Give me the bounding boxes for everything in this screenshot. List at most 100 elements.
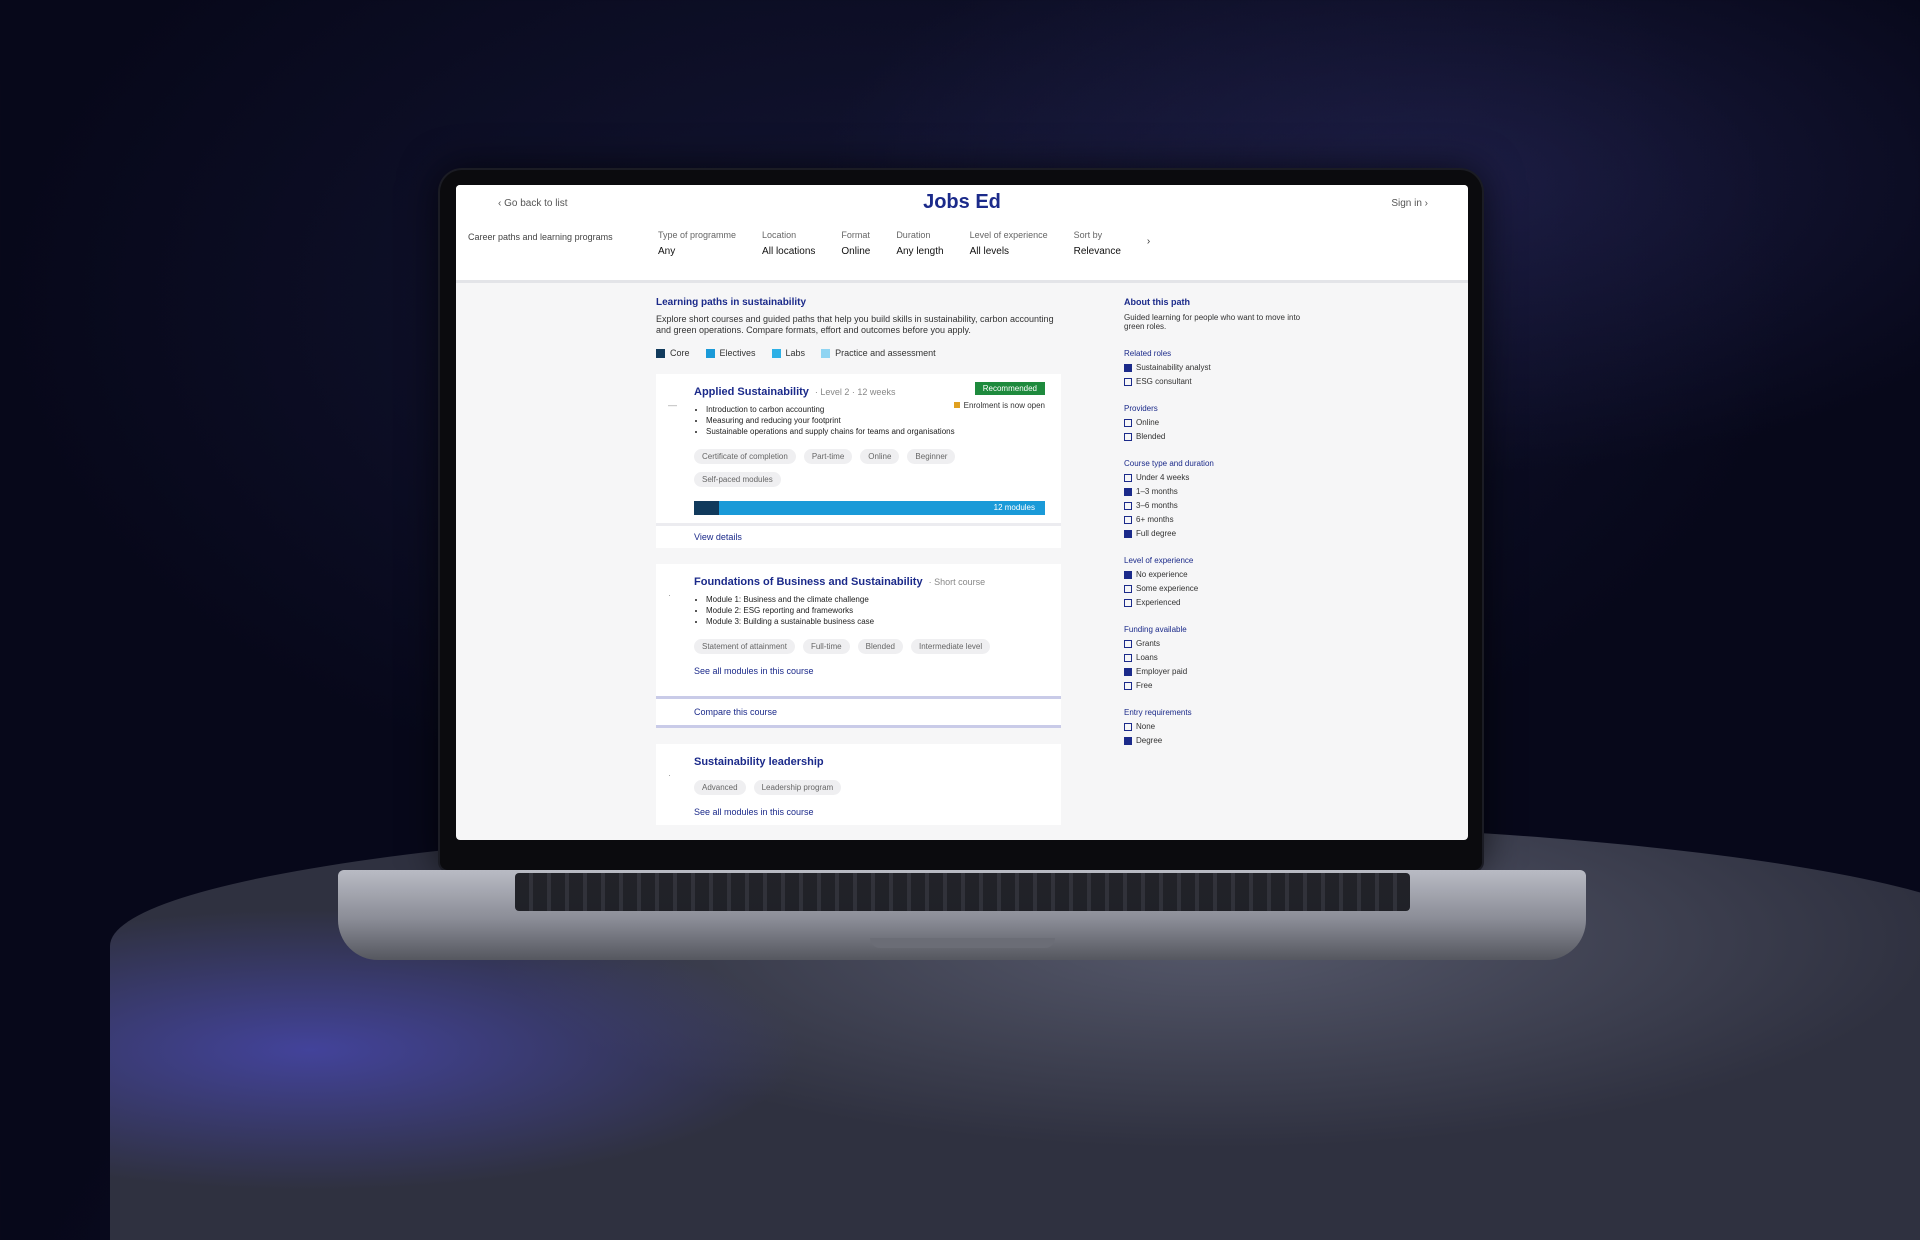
checkbox-icon[interactable] — [1124, 667, 1132, 676]
sidebar-checkbox-item[interactable]: Full degree — [1124, 529, 1304, 538]
checkbox-label: 1–3 months — [1136, 487, 1178, 496]
filter-duration[interactable]: Duration Any length — [896, 230, 943, 257]
site-logo[interactable]: Jobs Ed — [456, 191, 1468, 214]
compare-button[interactable]: Compare this course — [656, 696, 1061, 728]
filter-location[interactable]: Location All locations — [762, 230, 815, 257]
result-card[interactable]: · Sustainability leadership Advanced Lea… — [656, 744, 1061, 825]
checkbox-label: Online — [1136, 418, 1160, 427]
tag: Leadership program — [753, 780, 842, 795]
checkbox-icon[interactable] — [1124, 515, 1132, 524]
progress-label: 12 modules — [993, 503, 1035, 512]
list-item: Module 2: ESG reporting and frameworks — [706, 605, 1045, 616]
checkbox-icon[interactable] — [1124, 736, 1132, 745]
filter-label: Format — [841, 230, 870, 240]
recommended-badge: Recommended — [974, 382, 1045, 395]
filter-label: Sort by — [1073, 230, 1103, 240]
card-title[interactable]: Foundations of Business and Sustainabili… — [694, 576, 1045, 588]
filter-label: Level of experience — [969, 230, 1048, 240]
sidebar-group-heading: Funding available — [1124, 625, 1187, 634]
filter-value: Any length — [896, 246, 944, 257]
sidebar-checkbox-item[interactable]: Experienced — [1124, 598, 1304, 607]
view-details-link[interactable]: View details — [656, 523, 1061, 548]
sidebar-checkbox-item[interactable]: None — [1124, 722, 1304, 731]
checkbox-label: Full degree — [1136, 529, 1177, 538]
list-item: Measuring and reducing your footprint — [706, 415, 1045, 426]
results-column: Learning paths in sustainability Explore… — [656, 297, 1061, 825]
sidebar-checkbox-item[interactable]: Degree — [1124, 736, 1304, 745]
sidebar-checkbox-item[interactable]: Free — [1124, 681, 1304, 690]
checkbox-icon[interactable] — [1124, 473, 1132, 482]
sidebar-checkbox-item[interactable]: Online — [1124, 418, 1304, 427]
sidebar: About this path Guided learning for peop… — [1124, 297, 1304, 745]
filter-value: All locations — [762, 246, 816, 257]
tag: Intermediate level — [910, 639, 991, 654]
checkbox-icon[interactable] — [1124, 432, 1132, 441]
list-item: Module 1: Business and the climate chall… — [706, 594, 1045, 605]
sidebar-checkbox-item[interactable]: Loans — [1124, 653, 1304, 662]
checkbox-icon[interactable] — [1124, 584, 1132, 593]
checkbox-icon[interactable] — [1124, 681, 1132, 690]
sidebar-filter-group: Entry requirements None Degree — [1124, 708, 1304, 745]
checkbox-icon[interactable] — [1124, 722, 1132, 731]
provider-icon: · — [668, 590, 671, 600]
checkbox-label: ESG consultant — [1136, 377, 1192, 386]
checkbox-label: Under 4 weeks — [1136, 473, 1190, 482]
checkbox-icon[interactable] — [1124, 487, 1132, 496]
card-title[interactable]: Sustainability leadership — [694, 756, 1045, 768]
checkbox-label: Loans — [1136, 653, 1158, 662]
checkbox-icon[interactable] — [1124, 529, 1132, 538]
sidebar-checkbox-item[interactable]: Employer paid — [1124, 667, 1304, 676]
sidebar-filter-group: Level of experience No experience Some exp… — [1124, 556, 1304, 607]
tag: Online — [860, 449, 900, 464]
filter-label: Type of programme — [658, 230, 737, 240]
sidebar-checkbox-item[interactable]: ESG consultant — [1124, 377, 1304, 386]
filter-sort[interactable]: Sort by Relevance — [1074, 230, 1121, 257]
sidebar-checkbox-item[interactable]: Blended — [1124, 432, 1304, 441]
checkbox-icon[interactable] — [1124, 639, 1132, 648]
checkbox-label: Experienced — [1136, 598, 1181, 607]
more-filters-chevron-icon[interactable]: › — [1147, 236, 1150, 257]
sidebar-checkbox-item[interactable]: 1–3 months — [1124, 487, 1304, 496]
sidebar-group-heading: Entry requirements — [1124, 708, 1192, 717]
checkbox-icon[interactable] — [1124, 501, 1132, 510]
sidebar-group-heading: Providers — [1124, 404, 1158, 413]
card-subtitle: · Level 2 · 12 weeks — [814, 387, 896, 397]
sidebar-checkbox-item[interactable]: No experience — [1124, 570, 1304, 579]
sidebar-checkbox-item[interactable]: 3–6 months — [1124, 501, 1304, 510]
search-summary: Career paths and learning programs — [468, 232, 613, 242]
sign-in-link[interactable]: Sign in › — [1391, 198, 1428, 209]
filter-experience[interactable]: Level of experience All levels — [970, 230, 1048, 257]
checkbox-icon[interactable] — [1124, 598, 1132, 607]
checkbox-icon[interactable] — [1124, 418, 1132, 427]
sidebar-checkbox-item[interactable]: Sustainability analyst — [1124, 363, 1304, 372]
progress-bar-fill — [694, 501, 719, 515]
result-card[interactable]: · Foundations of Business and Sustainabi… — [656, 564, 1061, 728]
filter-format[interactable]: Format Online — [841, 230, 870, 257]
card-subtitle: · Short course — [928, 577, 986, 587]
see-modules-link[interactable]: See all modules in this course — [694, 666, 1045, 676]
status-badge: Enrolment is now open — [954, 401, 1045, 410]
checkbox-icon[interactable] — [1124, 653, 1132, 662]
sidebar-checkbox-item[interactable]: Grants — [1124, 639, 1304, 648]
filter-label: Duration — [896, 230, 931, 240]
sidebar-filter-group: Providers Online Blended — [1124, 404, 1304, 441]
legend-item: Electives — [705, 348, 756, 358]
legend-swatch — [821, 348, 831, 358]
filter-type[interactable]: Type of programme Any — [658, 230, 736, 257]
sidebar-checkbox-item[interactable]: Some experience — [1124, 584, 1304, 593]
card-tags: Certificate of completion Part-time Onli… — [694, 449, 1045, 487]
see-modules-link[interactable]: See all modules in this course — [694, 807, 1045, 817]
provider-icon: — — [668, 400, 677, 410]
sidebar-checkbox-item[interactable]: Under 4 weeks — [1124, 473, 1304, 482]
checkbox-label: 6+ months — [1136, 515, 1174, 524]
result-card[interactable]: Recommended — Applied Sustainability · Le… — [656, 374, 1061, 548]
sidebar-group-heading: Related roles — [1124, 349, 1172, 358]
legend-item: Practice and assessment — [821, 348, 936, 358]
checkbox-icon[interactable] — [1124, 570, 1132, 579]
sidebar-checkbox-item[interactable]: 6+ months — [1124, 515, 1304, 524]
legend-swatch — [705, 348, 715, 358]
checkbox-icon[interactable] — [1124, 363, 1132, 372]
card-bullets: Module 1: Business and the climate chall… — [694, 594, 1045, 627]
checkbox-icon[interactable] — [1124, 377, 1132, 386]
checkbox-label: No experience — [1136, 570, 1188, 579]
